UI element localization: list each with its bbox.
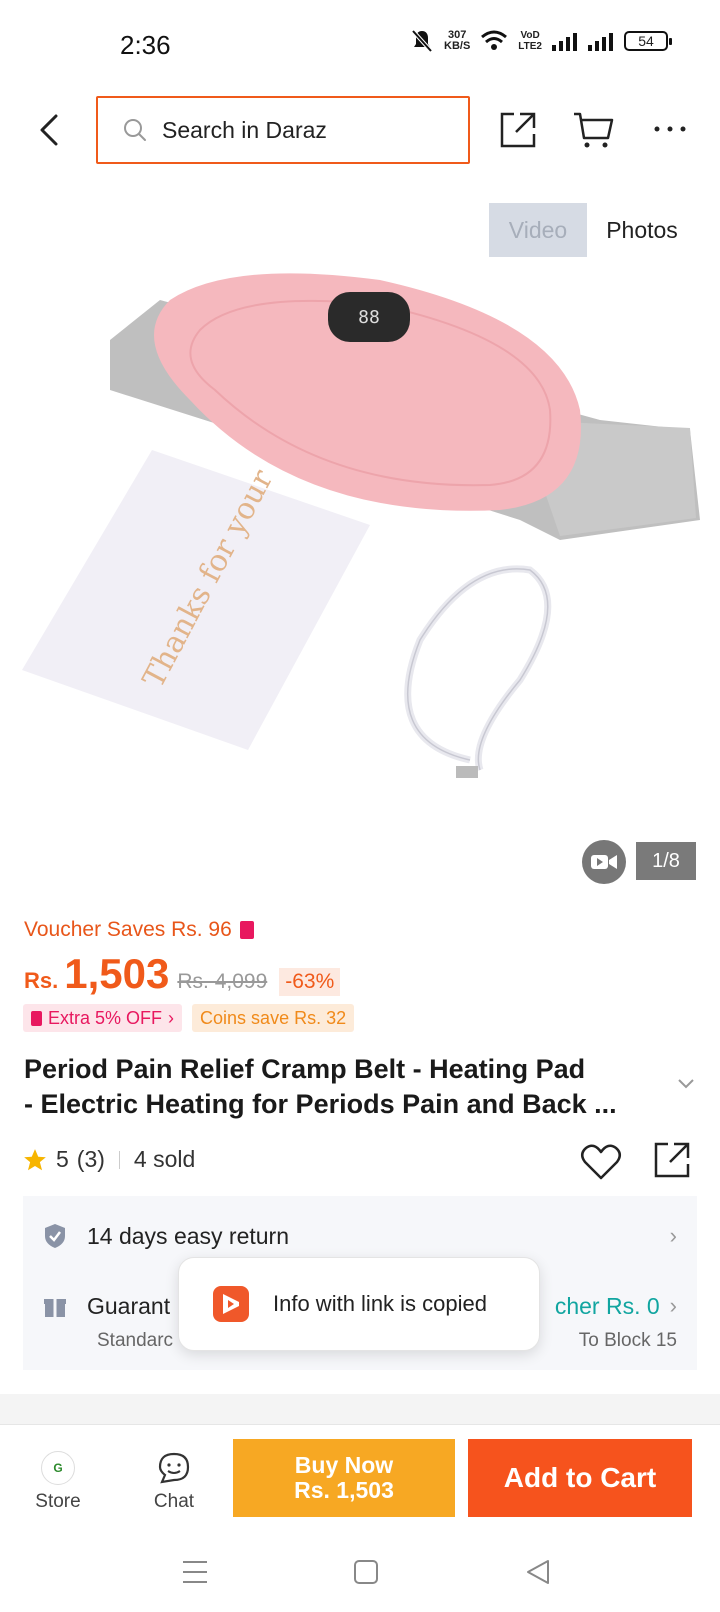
extra-off-chip[interactable]: Extra 5% OFF › [23,1004,183,1032]
home-square-icon[interactable] [352,1558,380,1586]
divider [118,1150,120,1169]
store-button[interactable]: G Store [30,1451,86,1513]
promo-chips: Extra 5% OFF › Coins save Rs. 32 [23,1004,355,1032]
chat-bubble-icon [158,1452,190,1484]
share-icon[interactable] [498,110,538,150]
app-logo-icon [213,1286,249,1322]
top-bar: Search in Daraz [0,96,720,166]
wishlist-heart-icon[interactable] [580,1142,622,1182]
return-policy-row[interactable]: 14 days easy return › [43,1216,677,1256]
video-camera-icon [591,855,617,869]
add-to-cart-button[interactable]: Add to Cart [468,1439,692,1517]
delivery-type: Standarc [97,1330,174,1351]
voucher-amount: cher Rs. 0 [554,1292,660,1319]
voucher-banner[interactable]: Voucher Saves Rs. 96 [24,918,254,942]
net-speed-unit: KB/S [444,40,471,52]
status-bar: 2:36 307 KB/S VoD LTE2 54 [0,0,720,92]
review-count: (3) [76,1146,105,1172]
gift-box-icon [44,1299,66,1317]
extra-off-label: Extra 5% OFF [48,1007,163,1028]
price-value: 1,503 [64,950,170,997]
return-policy-text: 14 days easy return [87,1222,290,1249]
search-icon [124,119,146,141]
media-toggle: Video Photos [489,203,697,257]
buy-now-label: Buy Now [294,1452,394,1478]
shield-check-icon [45,1224,65,1248]
star-icon [24,1148,46,1170]
expand-title-icon[interactable] [676,1076,696,1090]
voucher-text: Voucher Saves Rs. 96 [24,918,232,941]
chevron-right-icon: › [669,1223,677,1248]
image-counter: 1/8 [636,842,696,880]
product-title-line1: Period Pain Relief Cramp Belt - Heating … [24,1054,586,1084]
sold-count: 4 sold [133,1146,196,1172]
buy-now-button[interactable]: Buy Now Rs. 1,503 [233,1439,455,1517]
product-title-line2: - Electric Heating for Periods Pain and … [24,1089,617,1119]
chat-label: Chat [153,1491,195,1512]
delivery-location: To Block 15 [578,1330,677,1351]
search-input[interactable]: Search in Daraz [96,96,470,164]
rating-value: 5 [56,1146,69,1172]
net-speed: 307 KB/S [444,30,470,52]
ticket-icon [31,1010,42,1026]
chevron-right-icon: › [669,1293,677,1318]
store-label: Store [35,1491,81,1512]
discount-badge: -63% [279,968,341,996]
more-options-icon[interactable] [652,114,688,144]
coins-chip[interactable]: Coins save Rs. 32 [192,1004,355,1032]
status-icons: 307 KB/S VoD LTE2 54 [410,28,672,54]
section-divider [0,1394,720,1424]
price-row: Rs. 1,503 Rs. 4,099 -63% [24,950,341,998]
original-price: Rs. 4,099 [177,970,268,993]
product-image[interactable]: 88 Thanks for your [0,260,720,820]
voucher-ticket-icon [239,921,254,939]
tab-video[interactable]: Video [489,203,587,257]
system-nav-bar [0,1532,720,1612]
buy-now-price: Rs. 1,503 [294,1477,394,1503]
battery-indicator: 54 [624,31,672,51]
store-logo-icon: G [41,1451,75,1485]
svg-text:88: 88 [358,307,380,328]
search-placeholder: Search in Daraz [162,116,327,143]
bottom-action-bar: G Store Chat Buy Now Rs. 1,503 Add to Ca… [0,1424,720,1532]
mute-bell-icon [411,29,433,53]
menu-icon[interactable] [180,1558,210,1586]
price-currency: Rs. [24,968,59,993]
chat-button[interactable]: Chat [144,1451,204,1513]
chevron-right-icon: › [168,1007,175,1028]
copied-toast: Info with link is copied [178,1257,540,1351]
volte-label: VoD LTE2 [518,30,542,52]
signal-icon-2 [588,33,613,51]
guarantee-text: Guarant [87,1292,171,1319]
share-product-icon[interactable] [652,1140,692,1180]
tab-photos[interactable]: Photos [587,203,697,257]
cart-icon[interactable] [572,110,616,150]
signal-icon-1 [552,33,577,51]
rating-row[interactable]: 5 (3) 4 sold [22,1146,195,1173]
toast-message: Info with link is copied [273,1291,487,1316]
back-arrow-icon[interactable] [30,110,70,150]
product-title: Period Pain Relief Cramp Belt - Heating … [24,1052,664,1122]
status-time: 2:36 [120,30,171,60]
video-play-button[interactable] [582,840,626,884]
wifi-icon [481,30,508,50]
voucher-info: cher Rs. 0 › [555,1293,677,1320]
back-triangle-icon[interactable] [524,1558,552,1586]
